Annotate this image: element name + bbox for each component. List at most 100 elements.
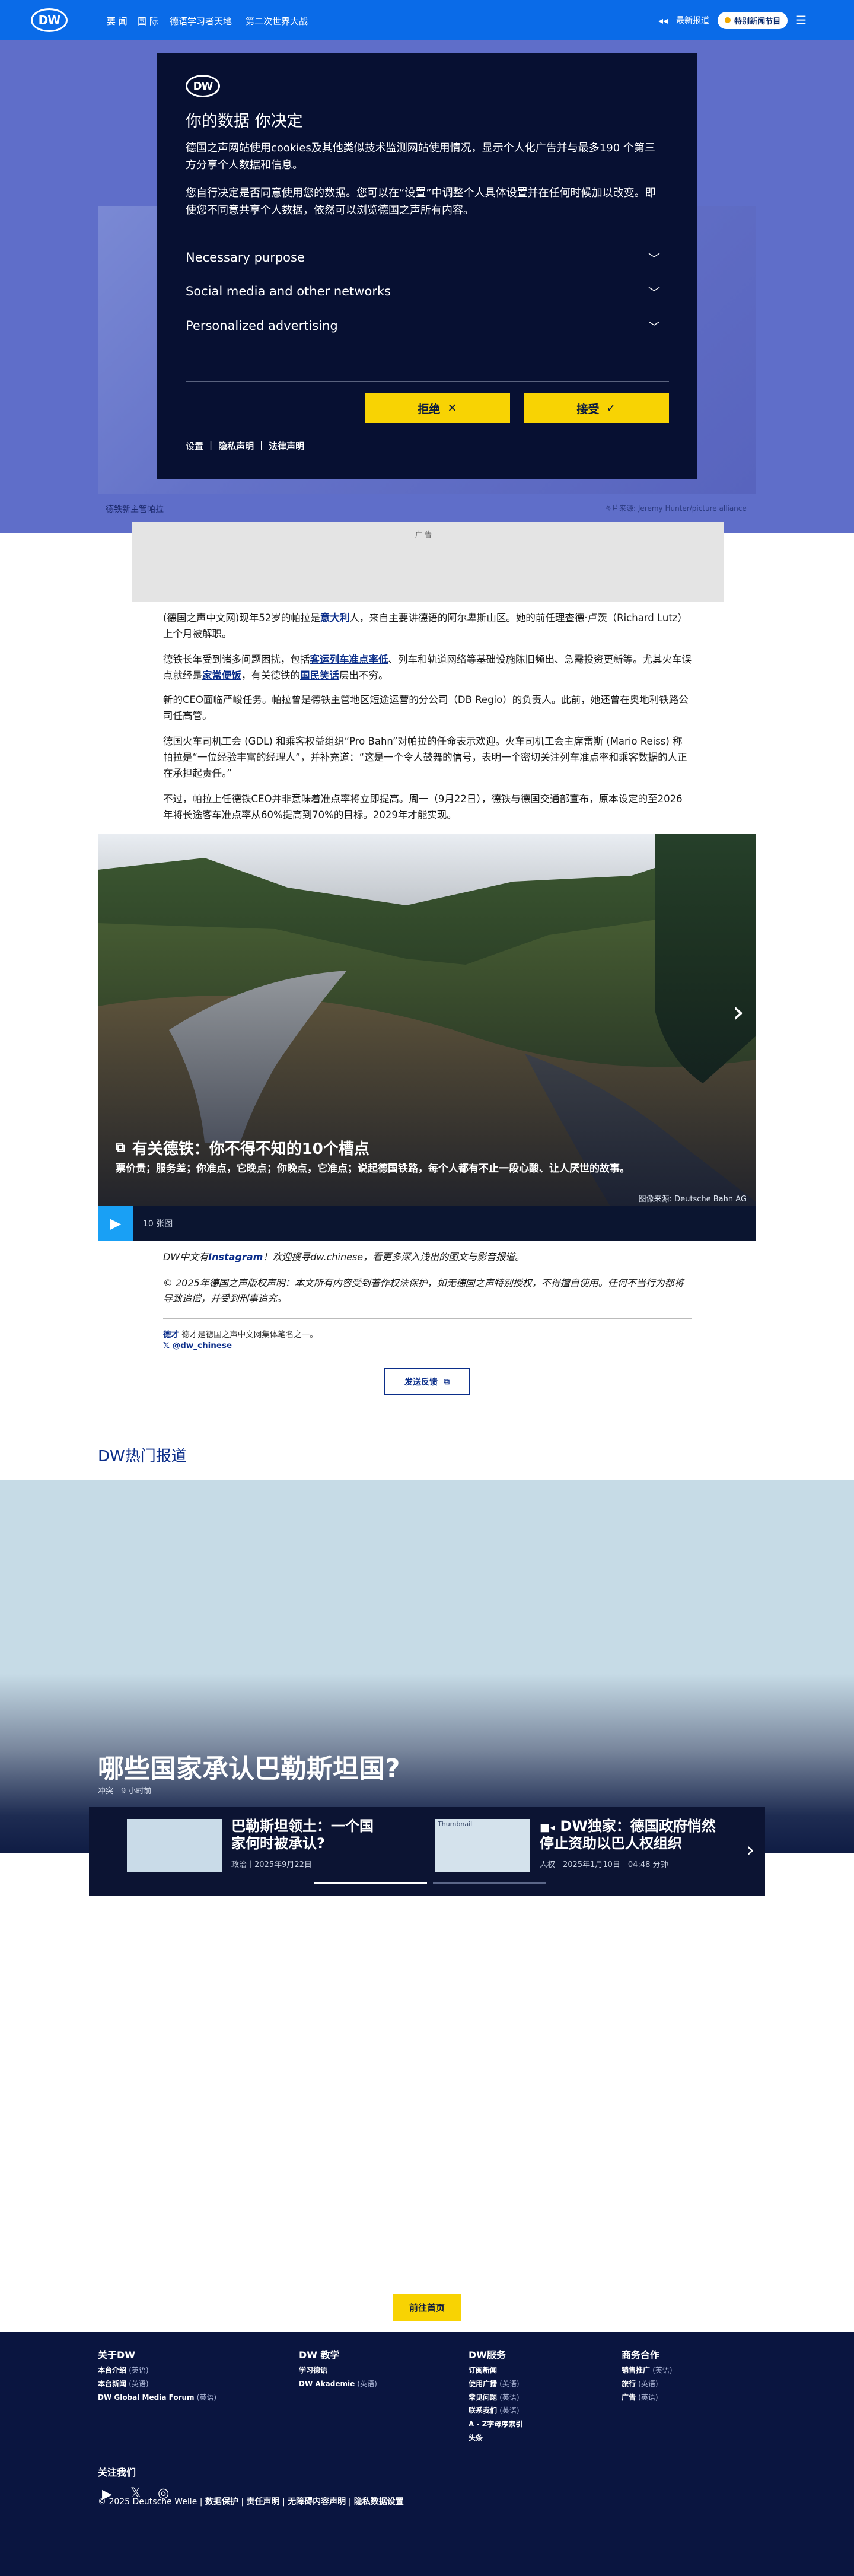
footer-link-privacy[interactable]: 数据保护 [205,2497,238,2507]
footer-link[interactable]: 本台介绍 (英语) [98,2364,216,2377]
nav-item-world[interactable]: 国 际 [138,15,158,27]
card-1-image[interactable] [127,1819,222,1872]
copyright-text: © 2025 Deutsche Welle [98,2497,197,2507]
footer-bottom-line: © 2025 Deutsche Welle | 数据保护 | 责任声明 | 无障… [98,2497,404,2507]
card-2-meta: 人权｜2025年1月10日｜04:48 分钟 [540,1861,668,1869]
reject-label: 拒绝 [418,402,441,416]
gallery-title: ⧉ 有关德铁：你不得不知的10个槽点 [116,1137,369,1159]
special-program-pill[interactable]: 特别新闻节目 [718,11,788,29]
footer-link[interactable]: DW Akademie (英语) [299,2377,377,2391]
legal-link[interactable]: 法律声明 [269,440,304,452]
footer-link-text: 常见问题 [469,2393,498,2402]
link-everyday[interactable]: 家常便饭 [202,670,241,681]
footer-link-text: 销售推广 [622,2366,651,2374]
card-2-title[interactable]: ■◂ DW独家：德国政府悄然停止资助以巴人权组织 [540,1818,718,1852]
gallery-credit: 图像来源: Deutsche Bahn AG [638,1195,747,1204]
link-punctuality[interactable]: 客运列车准点率低 [310,654,388,665]
link-jokes[interactable]: 国民笑话 [300,670,339,681]
card-2-image[interactable]: Thumbnail [435,1819,530,1872]
footer-link[interactable]: DW Global Media Forum (英语) [98,2391,216,2405]
footer-link[interactable]: 订阅新闻 [469,2364,522,2377]
note1-a: DW中文有 [163,1251,209,1262]
hot-meta: 冲突｜9 小时前 [98,1787,152,1796]
instagram-link[interactable]: Instagram [208,1251,263,1262]
gallery-next-arrow[interactable]: › [732,994,744,1030]
close-icon: ✕ [447,402,457,415]
hot-feature-image[interactable] [0,1480,854,1853]
nav-item-german-learners[interactable]: 德语学习者天地 [170,15,232,27]
footer-link[interactable]: 学习德语 [299,2364,377,2377]
purpose-advertising[interactable]: Personalized advertising ﹀ [186,309,660,342]
carousel-indicator-active[interactable] [314,1882,427,1884]
play-icon: ▶ [110,1215,122,1232]
p1-text-a: (德国之声中文网)现年52岁的帕拉是 [163,612,320,624]
footer-link-text: 头条 [469,2433,483,2442]
footer-link[interactable]: 联系我们 (英语) [469,2404,522,2418]
modal-paragraph-1: 德国之声网站使用cookies及其他类似技术监测网站使用情况，显示个人化广告并与… [186,142,655,171]
footer-col-learn-heading: DW 教学 [299,2349,340,2361]
footer-link[interactable]: 使用广播 (英语) [469,2377,522,2391]
latest-reports-link[interactable]: 最新报道 [676,14,709,26]
feedback-button[interactable]: 发送反馈 ⧉ [384,1368,470,1395]
footer-link-accessibility[interactable]: 无障碍内容声明 [288,2497,346,2507]
footer-link-text: 旅行 [622,2379,636,2388]
go-home-button[interactable]: 前往首页 [393,2294,461,2321]
privacy-link[interactable]: 隐私声明 [218,440,254,452]
author-divider [163,1318,692,1319]
footer-col-business-heading: 商务合作 [622,2349,660,2361]
chevron-down-icon: ﹀ [648,319,660,334]
footer-link[interactable]: 头条 [469,2431,522,2445]
footer-link-lang: (英语) [499,2379,520,2388]
footer-link-disclaimer[interactable]: 责任声明 [247,2497,280,2507]
footer-link[interactable]: 广告 (英语) [622,2391,673,2405]
author-line: 德才 德才是德国之声中文网集体笔名之一。 [163,1328,318,1340]
menu-icon[interactable]: ☰ [796,13,807,27]
footer-link-text: 订阅新闻 [469,2366,498,2374]
footer-link[interactable]: A - Z字母序索引 [469,2418,522,2431]
carousel-indicator[interactable] [433,1882,546,1884]
footer-link[interactable]: 旅行 (英语) [622,2377,673,2391]
nav-item-news[interactable]: 要 闻 [107,15,128,27]
cookie-consent-dialog: DW 你的数据 你决定 德国之声网站使用cookies及其他类似技术监测网站使用… [157,53,697,479]
footer-link-lang: (英语) [196,2393,217,2402]
footer-link-lang: (英语) [129,2366,149,2374]
footer-link-lang: (英语) [652,2366,673,2374]
carousel-next-arrow[interactable]: › [746,1838,754,1862]
purpose-necessary[interactable]: Necessary purpose ﹀ [186,241,660,274]
settings-link[interactable]: 设置 [186,440,203,452]
author-desc: 德才是德国之声中文网集体笔名之一。 [181,1330,318,1340]
accept-button[interactable]: 接受 ✓ [524,393,669,423]
modal-dw-logo: DW [186,75,220,97]
footer-link-privacy-settings[interactable]: 隐私数据设置 [354,2497,404,2507]
footer-link-text: DW Global Media Forum [98,2393,195,2402]
special-program-label: 特别新闻节目 [734,17,781,26]
card-1-title[interactable]: 巴勒斯坦领土：一个国家何时被承认? [231,1818,380,1852]
play-button[interactable]: ▶ [98,1206,133,1241]
author-name[interactable]: 德才 [163,1330,179,1340]
footer-link-text: A - Z字母序索引 [469,2420,523,2429]
video-icon: ■◂ [540,1821,556,1834]
purpose-label: Personalized advertising [186,319,338,333]
footer-col-learn: 学习德语 DW Akademie (英语) [299,2364,377,2391]
footer-link[interactable]: 本台新闻 (英语) [98,2377,216,2391]
footer-link[interactable]: 常见问题 (英语) [469,2391,522,2405]
header-actions: ◂◂ 最新报道 特别新闻节目 ☰ [658,11,807,30]
dw-logo[interactable]: DW [31,8,68,32]
footer-link-lang: (英语) [638,2393,658,2402]
footer-link[interactable]: 销售推广 (英语) [622,2364,673,2377]
image-gallery[interactable]: › ⧉ 有关德铁：你不得不知的10个槽点 票价贵；服务差；你准点，它晚点；你晚点… [98,834,756,1241]
hot-headline[interactable]: 哪些国家承认巴勒斯坦国? [98,1747,400,1785]
footer-col-business: 销售推广 (英语) 旅行 (英语) 广告 (英语) [622,2364,673,2404]
nav-item-ww2[interactable]: 第二次世界大战 [246,15,308,27]
gallery-bar [98,1206,756,1241]
x-icon: 𝕏 [163,1341,170,1350]
footer-link-text: 使用广播 [469,2379,498,2388]
author-x-handle[interactable]: 𝕏 @dw_chinese [163,1341,232,1350]
p2-text-c: ，有关德铁的 [241,670,300,682]
purpose-label: Social media and other networks [186,284,391,298]
link-italy[interactable]: 意大利 [320,612,350,624]
purpose-social-media[interactable]: Social media and other networks ﹀ [186,275,660,308]
reject-button[interactable]: 拒绝 ✕ [365,393,510,423]
accept-label: 接受 [576,402,600,416]
footer-col-about: 本台介绍 (英语) 本台新闻 (英语) DW Global Media Foru… [98,2364,216,2404]
